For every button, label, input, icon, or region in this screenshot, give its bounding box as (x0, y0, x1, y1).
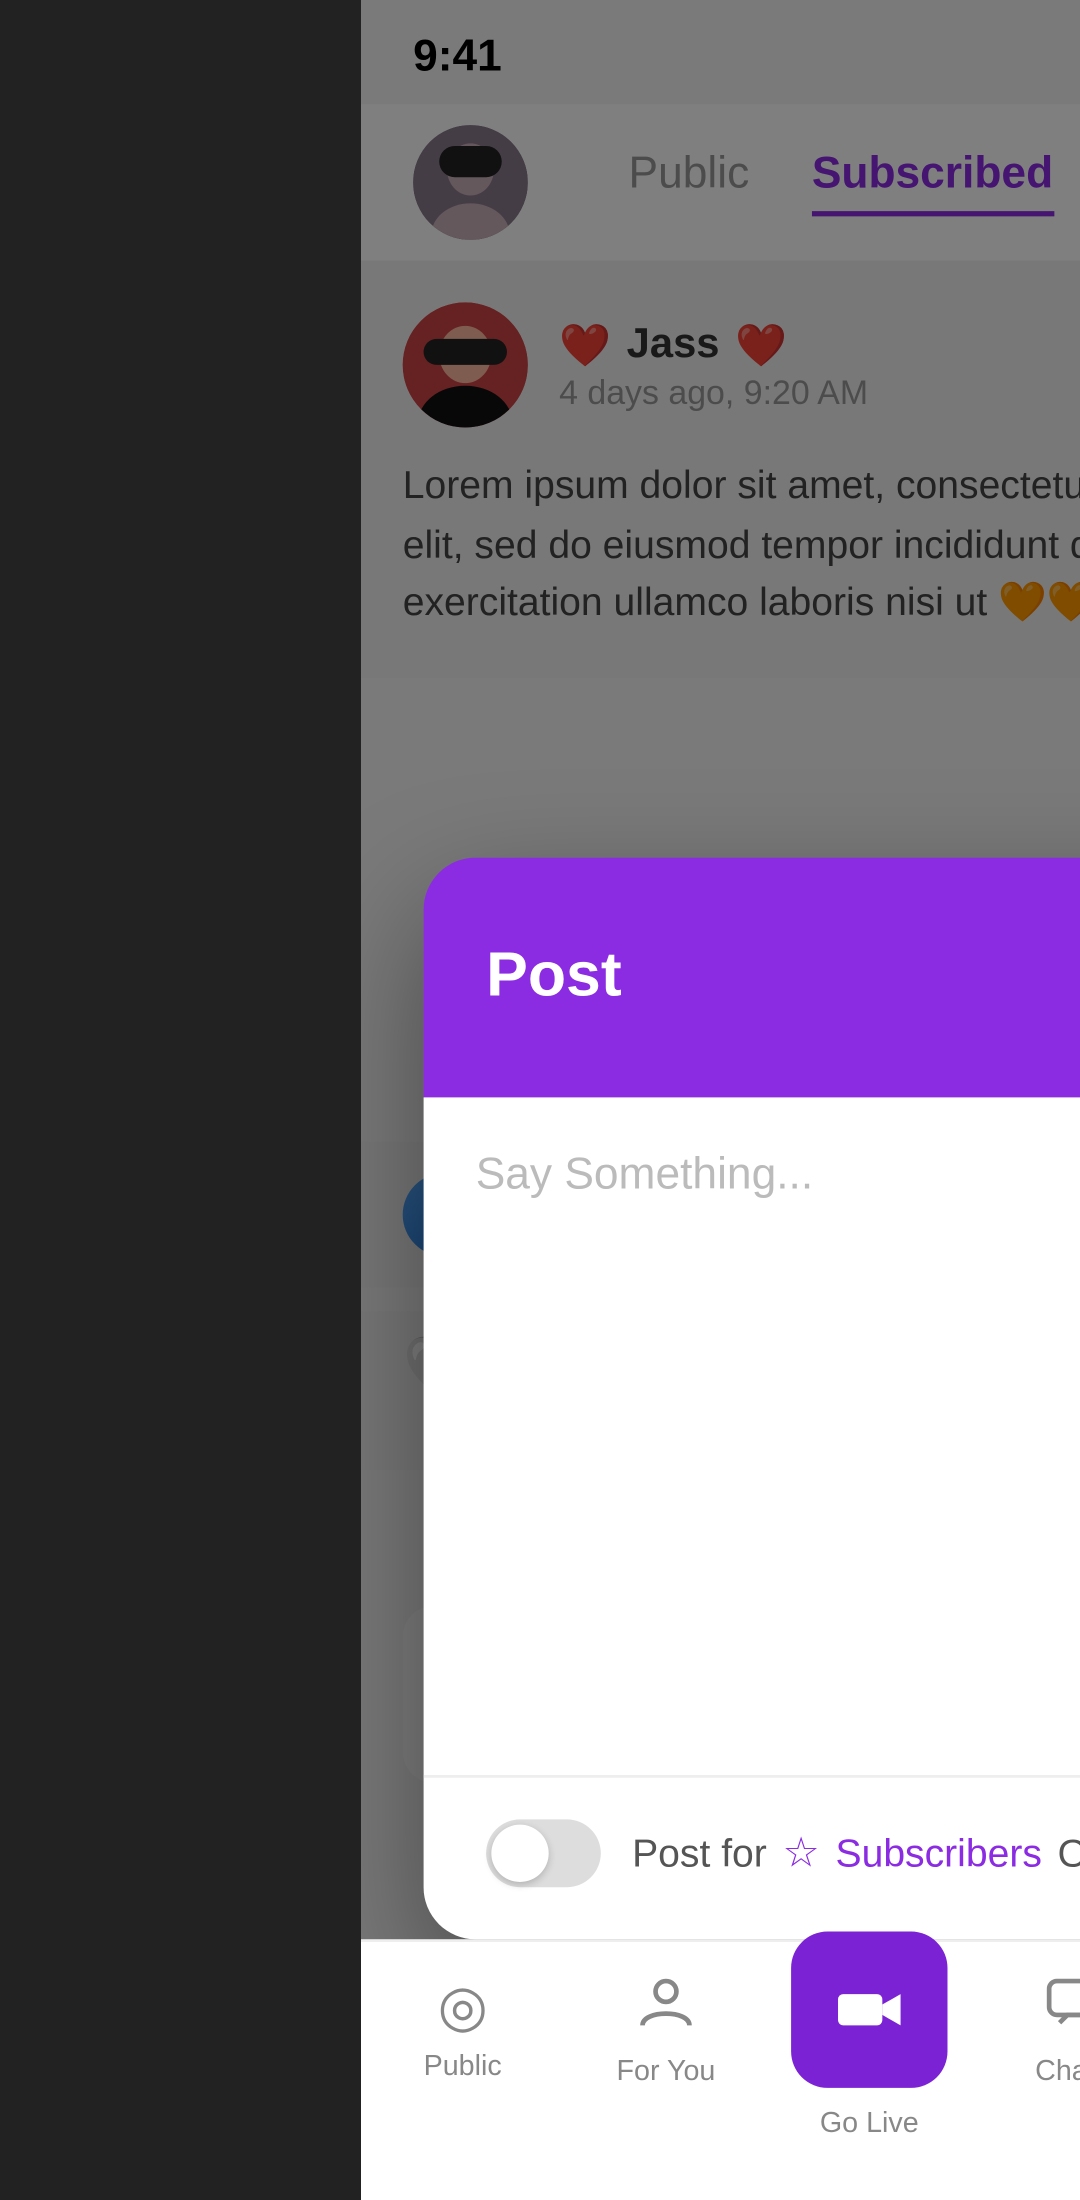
nav-public-label: Public (423, 2051, 501, 2082)
modal-title: Post (486, 941, 622, 1014)
nav-foryou-label: For You (616, 2057, 715, 2088)
nav-golive-label: Go Live (820, 2109, 919, 2140)
modal-header: Post ▶ (423, 858, 1080, 1098)
nav-for-you[interactable]: For You (564, 1973, 767, 2088)
post-modal: Post ▶ Say Something... (423, 858, 1080, 1940)
subscribers-toggle[interactable] (486, 1819, 601, 1887)
bottom-nav: ◎ Public For You Go Live (361, 1939, 1080, 2200)
go-live-button[interactable] (791, 1932, 947, 2088)
post-placeholder: Say Something... (476, 1150, 813, 1200)
toggle-knob (491, 1825, 548, 1882)
modal-body: Say Something... (423, 1097, 1080, 1775)
nav-chats[interactable]: Chats (971, 1973, 1080, 2088)
status-time: 9:41 (413, 31, 502, 83)
nav-foryou-icon (637, 1973, 694, 2046)
footer-text: Post for ☆ Subscribers Only (632, 1827, 1080, 1879)
nav-go-live[interactable]: Go Live (767, 1973, 970, 2140)
nav-public[interactable]: ◎ Public (361, 1973, 564, 2082)
modal-footer: Post for ☆ Subscribers Only (423, 1775, 1080, 1939)
page-wrapper: 9:41 📶 🔋 (361, 0, 1080, 2200)
nav-public-icon: ◎ (437, 1973, 487, 2041)
star-icon: ☆ (782, 1827, 819, 1879)
subscribers-label: Subscribers (835, 1831, 1041, 1875)
nav-chats-icon (1044, 1973, 1080, 2046)
status-bar: 9:41 📶 🔋 (361, 0, 1080, 104)
post-input-area[interactable]: Say Something... (423, 1097, 1080, 1775)
nav-chats-label: Chats (1035, 2057, 1080, 2088)
